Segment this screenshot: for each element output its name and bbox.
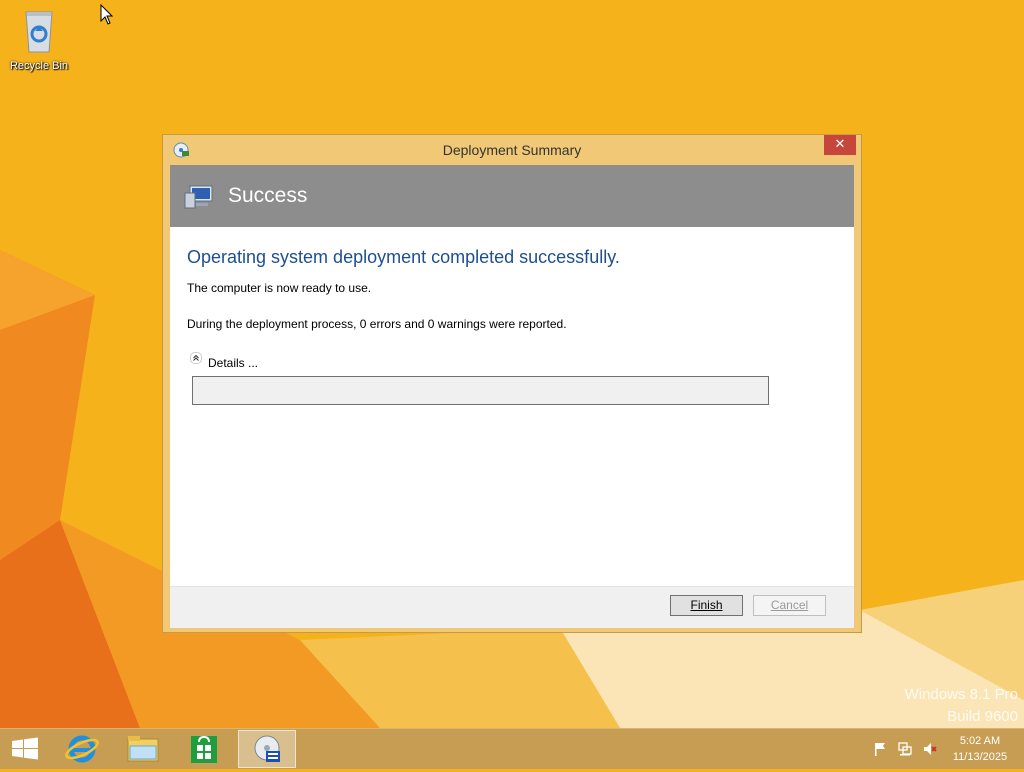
banner-title: Success	[228, 184, 308, 207]
taskbar-file-explorer[interactable]	[115, 730, 171, 768]
deployment-summary-dialog: Deployment Summary ✕ Success Operating s…	[162, 134, 862, 633]
taskbar-deployment-wizard[interactable]	[238, 730, 296, 768]
details-expand-icon[interactable]	[190, 352, 202, 364]
taskbar: 5:02 AM 11/13/2025	[0, 728, 1024, 769]
recycle-bin-label: Recycle Bin	[9, 60, 69, 72]
network-icon[interactable]	[897, 741, 913, 757]
close-button[interactable]: ✕	[824, 135, 856, 155]
recycle-bin-icon	[25, 11, 53, 53]
file-explorer-icon	[127, 736, 159, 762]
watermark-edition: Windows 8.1 Pro	[904, 686, 1018, 703]
finish-button-label: Finish	[690, 598, 723, 612]
success-headline: Operating system deployment completed su…	[187, 247, 620, 267]
flag-icon[interactable]	[872, 741, 888, 757]
success-banner: Success	[170, 165, 854, 227]
finish-button[interactable]: Finish	[670, 595, 743, 616]
volume-muted-icon[interactable]	[922, 741, 938, 757]
store-icon	[191, 735, 217, 763]
taskbar-store[interactable]	[176, 730, 232, 768]
dialog-footer: Finish Cancel	[170, 586, 854, 628]
watermark-build: Build 9600	[947, 708, 1018, 725]
computer-icon	[184, 185, 213, 209]
cancel-button-label: Cancel	[770, 598, 809, 612]
recycle-bin[interactable]: Recycle Bin	[4, 4, 74, 72]
taskbar-internet-explorer[interactable]	[54, 730, 110, 768]
ready-message: The computer is now ready to use.	[187, 281, 372, 295]
start-button[interactable]	[0, 730, 56, 768]
windows-watermark: Windows 8.1 Pro Build 9600	[905, 684, 1018, 728]
mouse-cursor-icon	[100, 4, 114, 25]
clock-date: 11/13/2025	[952, 751, 1008, 763]
dialog-content: Success Operating system deployment comp…	[170, 165, 854, 628]
clock-time: 5:02 AM	[959, 735, 1001, 747]
taskbar-clock[interactable]: 5:02 AM 11/13/2025	[944, 733, 1016, 765]
start-icon	[12, 737, 38, 760]
dialog-title: Deployment Summary	[442, 142, 582, 158]
deployment-icon	[254, 735, 280, 762]
details-panel	[192, 376, 769, 405]
desktop: Recycle Bin Windows 8.1 Pro Build 9600 D…	[0, 0, 1024, 728]
internet-explorer-icon	[65, 735, 99, 763]
dialog-titlebar[interactable]: Deployment Summary ✕	[163, 135, 861, 165]
cancel-button: Cancel	[753, 595, 826, 616]
details-label[interactable]: Details ...	[208, 356, 258, 370]
errors-warnings-message: During the deployment process, 0 errors …	[187, 317, 567, 331]
